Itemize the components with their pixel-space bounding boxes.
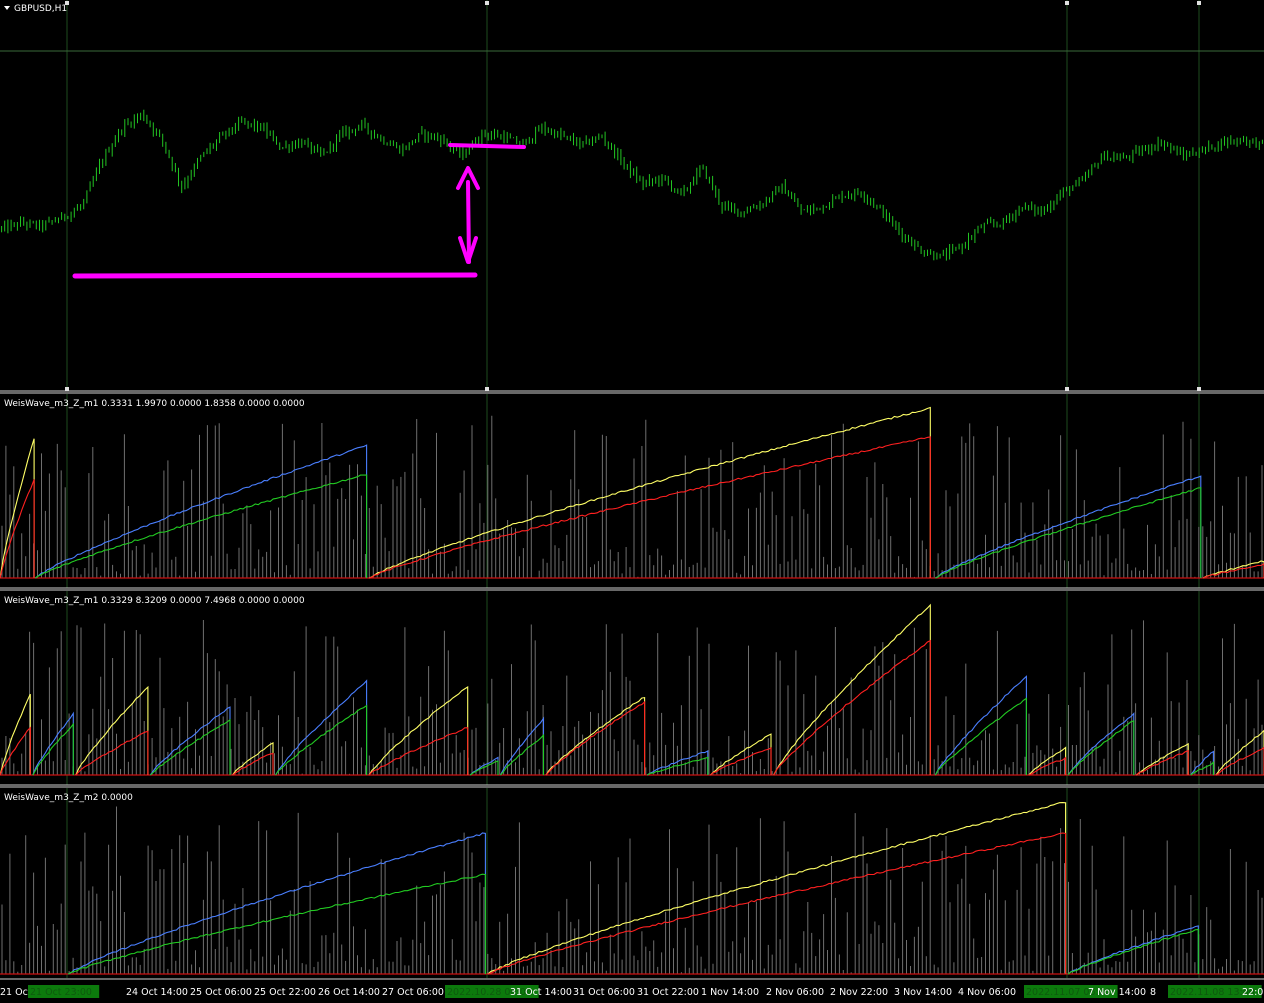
indicator-title: WeisWave_m3_Z_m1 0.3331 1.9970 0.0000 1.… [4,399,305,409]
time-axis: 21 Oct 202221 Oct 23:0024 Oct 14:0025 Oc… [0,980,1264,1003]
time-tick-label: 2 Nov 06:00 [766,987,824,998]
time-tick-label: 8 [1150,987,1156,998]
time-tick-label: 1 Nov 14:00 [701,987,759,998]
grid-marker [1197,1,1201,5]
time-tick-label: 31 Oct 14:00 [510,987,572,998]
grid-marker [485,387,489,391]
chart-background [0,0,1264,1003]
grid-marker [1065,387,1069,391]
time-tick-label: 7 Nov 14:00 [1088,987,1146,998]
grid-marker [1065,1,1069,5]
time-tick-label: 25 Oct 22:00 [254,987,316,998]
time-tick-label: 22:00 [1242,987,1264,998]
indicator-title: WeisWave_m3_Z_m2 0.0000 [4,793,133,803]
annotation-horizontal-line [72,272,478,279]
grid-marker [485,1,489,5]
time-tick-label: 26 Oct 14:00 [318,987,380,998]
time-tick-label: 24 Oct 14:00 [126,987,188,998]
price-chart-title: GBPUSD,H1 [14,4,67,14]
time-tick-label: 21 Oct 23:00 [30,987,92,998]
time-tick-label: 31 Oct 06:00 [573,987,635,998]
time-tick-label: 2 Nov 22:00 [830,987,888,998]
time-tick-label: 4 Nov 06:00 [958,987,1016,998]
time-tick-label: 3 Nov 14:00 [894,987,952,998]
indicator-title: WeisWave_m3_Z_m1 0.3329 8.3209 0.0000 7.… [4,596,305,606]
grid-marker [1197,387,1201,391]
annotation-vertical-arrow [466,180,471,264]
time-tick-label: 25 Oct 06:00 [190,987,252,998]
mt4-chart-window: GBPUSD,H1 WeisWave_m3_Z_m1 0.3331 1.9970 … [0,0,1264,1003]
annotation-top-line [448,143,526,149]
time-tick-label: 27 Oct 06:00 [382,987,444,998]
time-tick-label: 31 Oct 22:00 [637,987,699,998]
grid-marker [65,387,69,391]
